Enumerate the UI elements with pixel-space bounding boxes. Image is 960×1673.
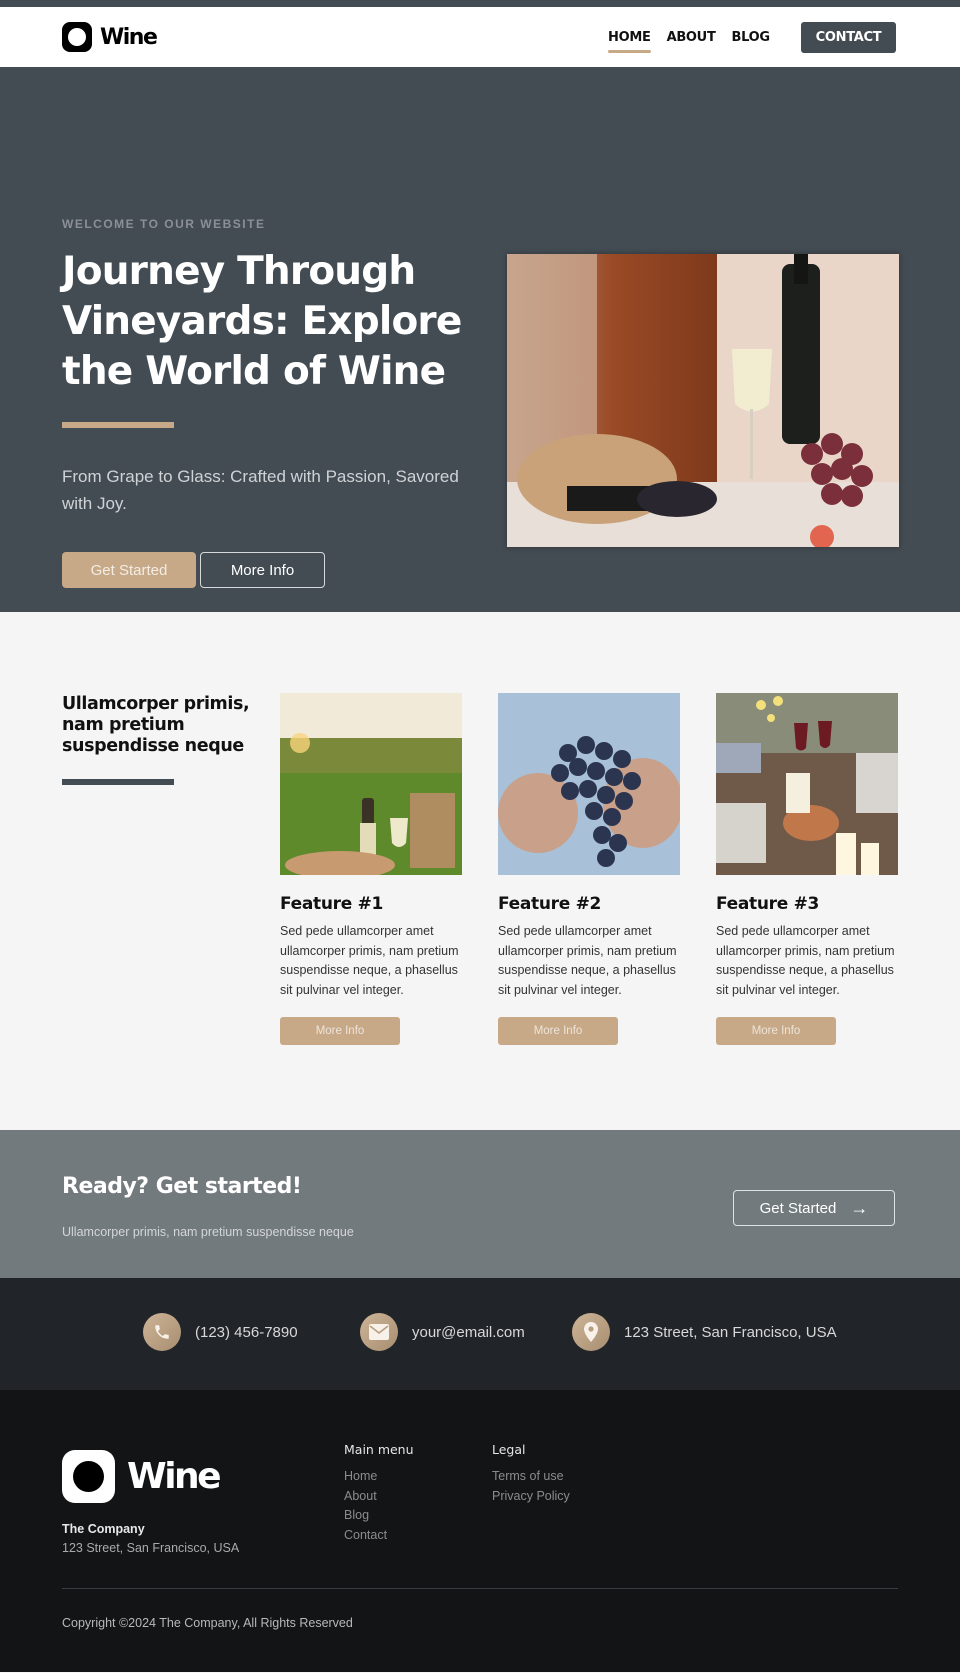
features-heading: Ullamcorper primis, nam pretium suspendi… <box>62 694 250 756</box>
feature-text: Sed pede ullamcorper amet ullamcorper pr… <box>498 924 677 997</box>
footer-divider <box>62 1588 898 1589</box>
street-address: 123 Street, San Francisco, USA <box>624 1323 837 1341</box>
footer-main-menu: Main menu Home About Blog Contact <box>344 1442 414 1545</box>
feature-card: Feature #1 Sed pede ullamcorper amet ull… <box>280 693 462 1045</box>
hero-divider <box>62 422 174 428</box>
footer-legal-title: Legal <box>492 1442 526 1457</box>
feature-more-info-button[interactable]: More Info <box>716 1017 836 1045</box>
footer-brand-logo[interactable]: Wine <box>62 1450 222 1503</box>
footer-company-name: The Company <box>62 1522 145 1536</box>
nav-home[interactable]: HOME <box>608 30 651 53</box>
feature-text: Sed pede ullamcorper amet ullamcorper pr… <box>280 924 459 997</box>
cta-get-started-button[interactable]: Get Started → <box>733 1190 895 1226</box>
feature-image-picnic <box>280 693 462 875</box>
hero-section: WELCOME TO OUR WEBSITE Journey Through V… <box>0 67 960 612</box>
cta-subtitle: Ullamcorper primis, nam pretium suspendi… <box>62 1225 354 1239</box>
nav-about[interactable]: ABOUT <box>667 30 716 45</box>
footer-logo-icon <box>62 1450 115 1503</box>
brand-name: Wine <box>100 24 158 50</box>
feature-title: Feature #3 <box>716 894 820 914</box>
top-strip <box>0 0 960 7</box>
location-pin-icon <box>572 1313 610 1351</box>
feature-card: Feature #2 Sed pede ullamcorper amet ull… <box>498 693 680 1045</box>
get-started-button[interactable]: Get Started <box>62 552 196 588</box>
contact-phone[interactable]: (123) 456-7890 <box>143 1313 298 1351</box>
footer-link-privacy[interactable]: Privacy Policy <box>492 1487 570 1507</box>
main-nav: HOME ABOUT BLOG <box>608 7 770 67</box>
phone-number: (123) 456-7890 <box>195 1323 298 1341</box>
brand-logo[interactable]: Wine <box>62 22 158 52</box>
hero-image-illustration <box>507 254 899 547</box>
phone-icon <box>143 1313 181 1351</box>
feature-image <box>498 693 680 875</box>
footer-link-blog[interactable]: Blog <box>344 1506 414 1526</box>
hero-eyebrow: WELCOME TO OUR WEBSITE <box>62 217 266 231</box>
feature-image-grapes <box>498 693 680 875</box>
cta-button-label: Get Started <box>759 1199 837 1217</box>
contact-info-strip: (123) 456-7890 your@email.com 123 Street… <box>0 1278 960 1390</box>
features-divider <box>62 779 174 785</box>
envelope-icon <box>360 1313 398 1351</box>
cta-title: Ready? Get started! <box>62 1174 302 1199</box>
feature-title: Feature #1 <box>280 894 384 914</box>
footer-link-contact[interactable]: Contact <box>344 1526 414 1546</box>
feature-image-dinner <box>716 693 898 875</box>
contact-email[interactable]: your@email.com <box>360 1313 525 1351</box>
site-footer: Wine The Company 123 Street, San Francis… <box>0 1390 960 1672</box>
email-address: your@email.com <box>412 1323 525 1341</box>
footer-address: 123 Street, San Francisco, USA <box>62 1541 240 1555</box>
logo-icon <box>62 22 92 52</box>
footer-link-terms[interactable]: Terms of use <box>492 1467 570 1487</box>
feature-image <box>280 693 462 875</box>
features-section: Ullamcorper primis, nam pretium suspendi… <box>0 612 960 1130</box>
contact-address[interactable]: 123 Street, San Francisco, USA <box>572 1313 837 1351</box>
feature-card: Feature #3 Sed pede ullamcorper amet ull… <box>716 693 898 1045</box>
hero-title: Journey Through Vineyards: Explore the W… <box>62 249 462 394</box>
footer-brand-name: Wine <box>127 1456 222 1497</box>
footer-legal: Legal Terms of use Privacy Policy <box>492 1442 570 1506</box>
feature-title: Feature #2 <box>498 894 602 914</box>
feature-image <box>716 693 898 875</box>
footer-main-menu-title: Main menu <box>344 1442 414 1457</box>
footer-link-home[interactable]: Home <box>344 1467 414 1487</box>
hero-subtitle: From Grape to Glass: Crafted with Passio… <box>62 467 459 513</box>
feature-text: Sed pede ullamcorper amet ullamcorper pr… <box>716 924 895 997</box>
arrow-right-icon: → <box>850 1197 869 1218</box>
hero-image <box>507 254 899 547</box>
copyright: Copyright ©2024 The Company, All Rights … <box>62 1616 353 1630</box>
feature-more-info-button[interactable]: More Info <box>498 1017 618 1045</box>
feature-more-info-button[interactable]: More Info <box>280 1017 400 1045</box>
nav-blog[interactable]: BLOG <box>732 30 771 45</box>
site-header: Wine HOME ABOUT BLOG CONTACT <box>0 7 960 67</box>
contact-button[interactable]: CONTACT <box>801 22 896 53</box>
cta-section: Ready? Get started! Ullamcorper primis, … <box>0 1130 960 1278</box>
more-info-button[interactable]: More Info <box>200 552 325 588</box>
footer-link-about[interactable]: About <box>344 1487 414 1507</box>
